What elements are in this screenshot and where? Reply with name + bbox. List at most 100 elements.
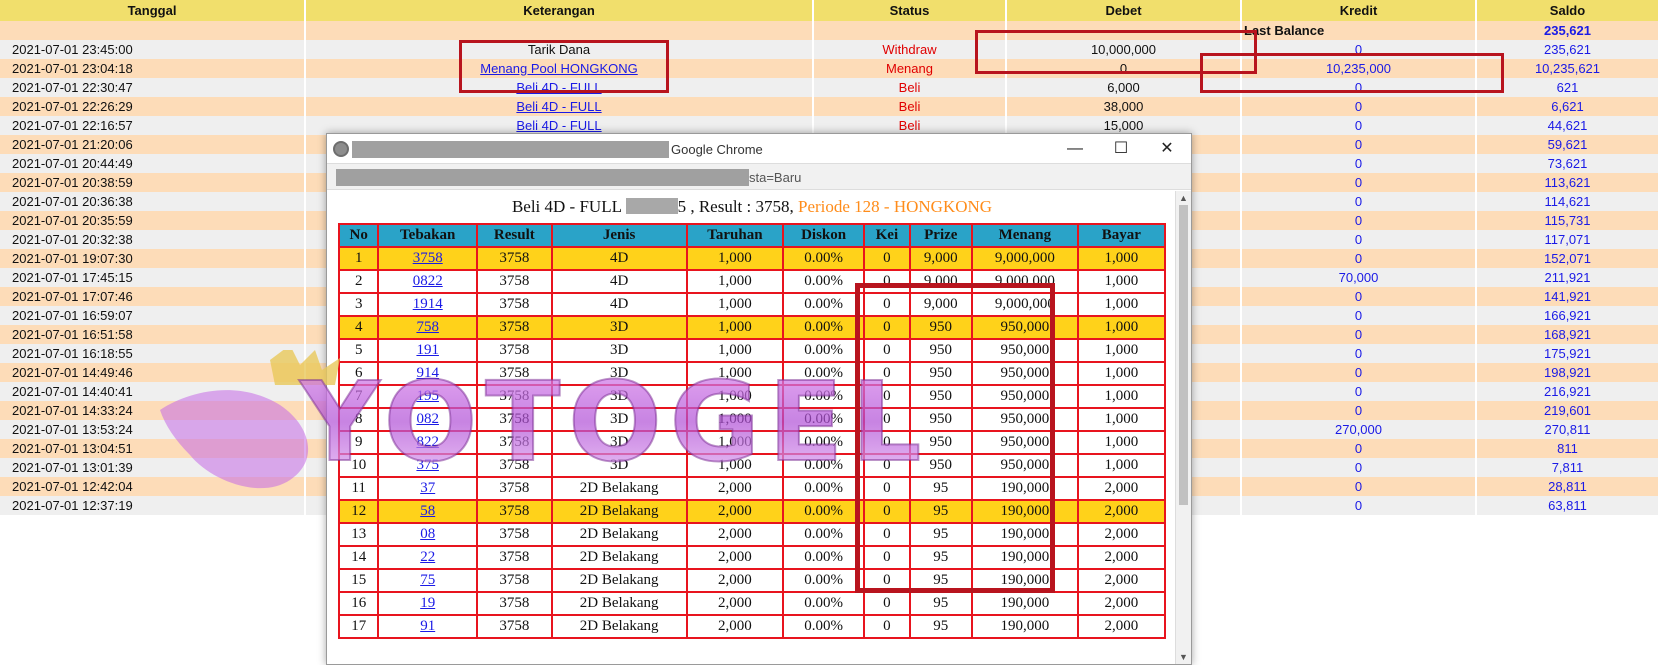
bet-cell-taruhan: 1,000	[687, 248, 783, 269]
bet-cell-tebakan[interactable]: 91	[379, 616, 476, 637]
cell-saldo: 270,811	[1476, 420, 1659, 439]
cell-status: Beli	[813, 97, 1007, 116]
bet-cell-tebakan[interactable]: 22	[379, 547, 476, 568]
cell-saldo: 198,921	[1476, 363, 1659, 382]
bet-col-kei: Kei	[865, 225, 909, 246]
tebakan-link[interactable]: 1914	[413, 296, 443, 312]
cell-saldo: 73,621	[1476, 154, 1659, 173]
bet-cell-tebakan[interactable]: 19	[379, 593, 476, 614]
tebakan-link[interactable]: 822	[416, 434, 439, 450]
cell-kredit: 0	[1241, 116, 1477, 135]
tebakan-link[interactable]: 58	[420, 503, 435, 519]
bet-cell-diskon: 0.00%	[784, 248, 864, 269]
tebakan-link[interactable]: 758	[416, 319, 439, 335]
bet-cell-bayar: 1,000	[1078, 294, 1164, 315]
minimize-button[interactable]: —	[1053, 138, 1097, 160]
bet-detail-popup-window[interactable]: Google Chrome — ☐ ✕ sta=Baru Beli 4D - F…	[326, 133, 1192, 665]
bet-cell-no: 3	[340, 294, 378, 315]
bet-row: 17 91 3758 2D Belakang 2,000 0.00% 0 95 190,000 2…	[340, 616, 1164, 637]
bet-cell-tebakan[interactable]: 3758	[379, 248, 476, 269]
bet-cell-diskon: 0.00%	[784, 363, 864, 384]
bet-cell-result: 3758	[477, 386, 551, 407]
bet-cell-diskon: 0.00%	[784, 432, 864, 453]
cell-tanggal: 2021-07-01 22:16:57	[0, 116, 306, 135]
tebakan-link[interactable]: 08	[420, 526, 435, 542]
tebakan-link[interactable]: 22	[420, 549, 435, 565]
cell-kredit: 0	[1241, 363, 1477, 382]
scrollbar-thumb[interactable]	[1179, 205, 1188, 505]
cell-tanggal: 2021-07-01 20:32:38	[0, 230, 306, 249]
bet-cell-bayar: 1,000	[1078, 248, 1164, 269]
close-button[interactable]: ✕	[1145, 138, 1189, 160]
scroll-up-icon[interactable]: ▲	[1179, 193, 1188, 203]
tebakan-link[interactable]: 082	[416, 411, 439, 427]
annotation-box-tarik-dana	[459, 40, 669, 93]
bet-cell-tebakan[interactable]: 822	[379, 432, 476, 453]
bet-cell-bayar: 1,000	[1078, 409, 1164, 430]
tebakan-link[interactable]: 37	[420, 480, 435, 496]
bet-cell-taruhan: 1,000	[687, 455, 783, 476]
cell-saldo: 28,811	[1476, 477, 1659, 496]
bet-cell-taruhan: 1,000	[687, 317, 783, 338]
popup-title-bar[interactable]: Google Chrome — ☐ ✕	[327, 134, 1191, 164]
bet-cell-jenis: 3D	[552, 340, 686, 361]
tebakan-link[interactable]: 195	[416, 388, 439, 404]
last-balance-value: 235,621	[1476, 21, 1659, 40]
bet-cell-tebakan[interactable]: 08	[379, 524, 476, 545]
cell-tanggal: 2021-07-01 22:26:29	[0, 97, 306, 116]
bet-cell-diskon: 0.00%	[784, 386, 864, 407]
bet-cell-tebakan[interactable]: 1914	[379, 294, 476, 315]
keterangan-link[interactable]: Beli 4D - FULL	[516, 99, 601, 114]
cell-kredit: 0	[1241, 173, 1477, 192]
tebakan-link[interactable]: 19	[420, 595, 435, 611]
keterangan-link[interactable]: Beli 4D - FULL	[516, 118, 601, 133]
bet-cell-result: 3758	[477, 294, 551, 315]
redacted-title	[352, 141, 669, 158]
tebakan-link[interactable]: 75	[420, 572, 435, 588]
bet-cell-tebakan[interactable]: 082	[379, 409, 476, 430]
tebakan-link[interactable]: 3758	[413, 250, 443, 266]
bet-cell-no: 11	[340, 478, 378, 499]
scroll-down-icon[interactable]: ▼	[1179, 652, 1188, 662]
bet-cell-tebakan[interactable]: 0822	[379, 271, 476, 292]
tebakan-link[interactable]: 191	[416, 342, 439, 358]
bet-col-no: No	[340, 225, 378, 246]
bet-cell-jenis: 2D Belakang	[552, 547, 686, 568]
bet-cell-diskon: 0.00%	[784, 294, 864, 315]
tebakan-link[interactable]: 91	[420, 618, 435, 634]
bet-cell-tebakan[interactable]: 914	[379, 363, 476, 384]
popup-content: Beli 4D - FULL 5 , Result : 3758, Period…	[327, 191, 1177, 664]
cell-tanggal: 2021-07-01 20:38:59	[0, 173, 306, 192]
bet-cell-no: 4	[340, 317, 378, 338]
bet-cell-tebakan[interactable]: 758	[379, 317, 476, 338]
bet-heading-periode: Periode 128 - HONGKONG	[798, 197, 993, 216]
bet-cell-taruhan: 1,000	[687, 363, 783, 384]
cell-saldo: 7,811	[1476, 458, 1659, 477]
bet-cell-tebakan[interactable]: 58	[379, 501, 476, 522]
tebakan-link[interactable]: 0822	[413, 273, 443, 289]
ledger-row: 2021-07-01 22:26:29 Beli 4D - FULL Beli 38,…	[0, 97, 1659, 116]
bet-cell-tebakan[interactable]: 195	[379, 386, 476, 407]
bet-cell-no: 14	[340, 547, 378, 568]
tebakan-link[interactable]: 375	[416, 457, 439, 473]
bet-cell-taruhan: 2,000	[687, 524, 783, 545]
bet-cell-tebakan[interactable]: 375	[379, 455, 476, 476]
cell-keterangan[interactable]: Beli 4D - FULL	[305, 97, 814, 116]
cell-kredit: 0	[1241, 439, 1477, 458]
address-bar[interactable]: sta=Baru	[327, 164, 1191, 190]
bet-cell-tebakan[interactable]: 191	[379, 340, 476, 361]
maximize-button[interactable]: ☐	[1099, 138, 1143, 160]
bet-cell-bayar: 2,000	[1078, 616, 1164, 637]
popup-scrollbar[interactable]: ▲ ▼	[1175, 191, 1191, 664]
ledger-header-row: Tanggal Keterangan Status Debet Kredit S…	[0, 0, 1659, 21]
cell-saldo: 115,731	[1476, 211, 1659, 230]
cell-kredit: 0	[1241, 458, 1477, 477]
bet-cell-jenis: 4D	[552, 248, 686, 269]
bet-cell-tebakan[interactable]: 37	[379, 478, 476, 499]
bet-cell-bayar: 2,000	[1078, 593, 1164, 614]
tebakan-link[interactable]: 914	[416, 365, 439, 381]
bet-cell-kei: 0	[865, 248, 909, 269]
bet-cell-prize: 95	[910, 593, 971, 614]
bet-cell-tebakan[interactable]: 75	[379, 570, 476, 591]
cell-debet: 38,000	[1006, 97, 1242, 116]
